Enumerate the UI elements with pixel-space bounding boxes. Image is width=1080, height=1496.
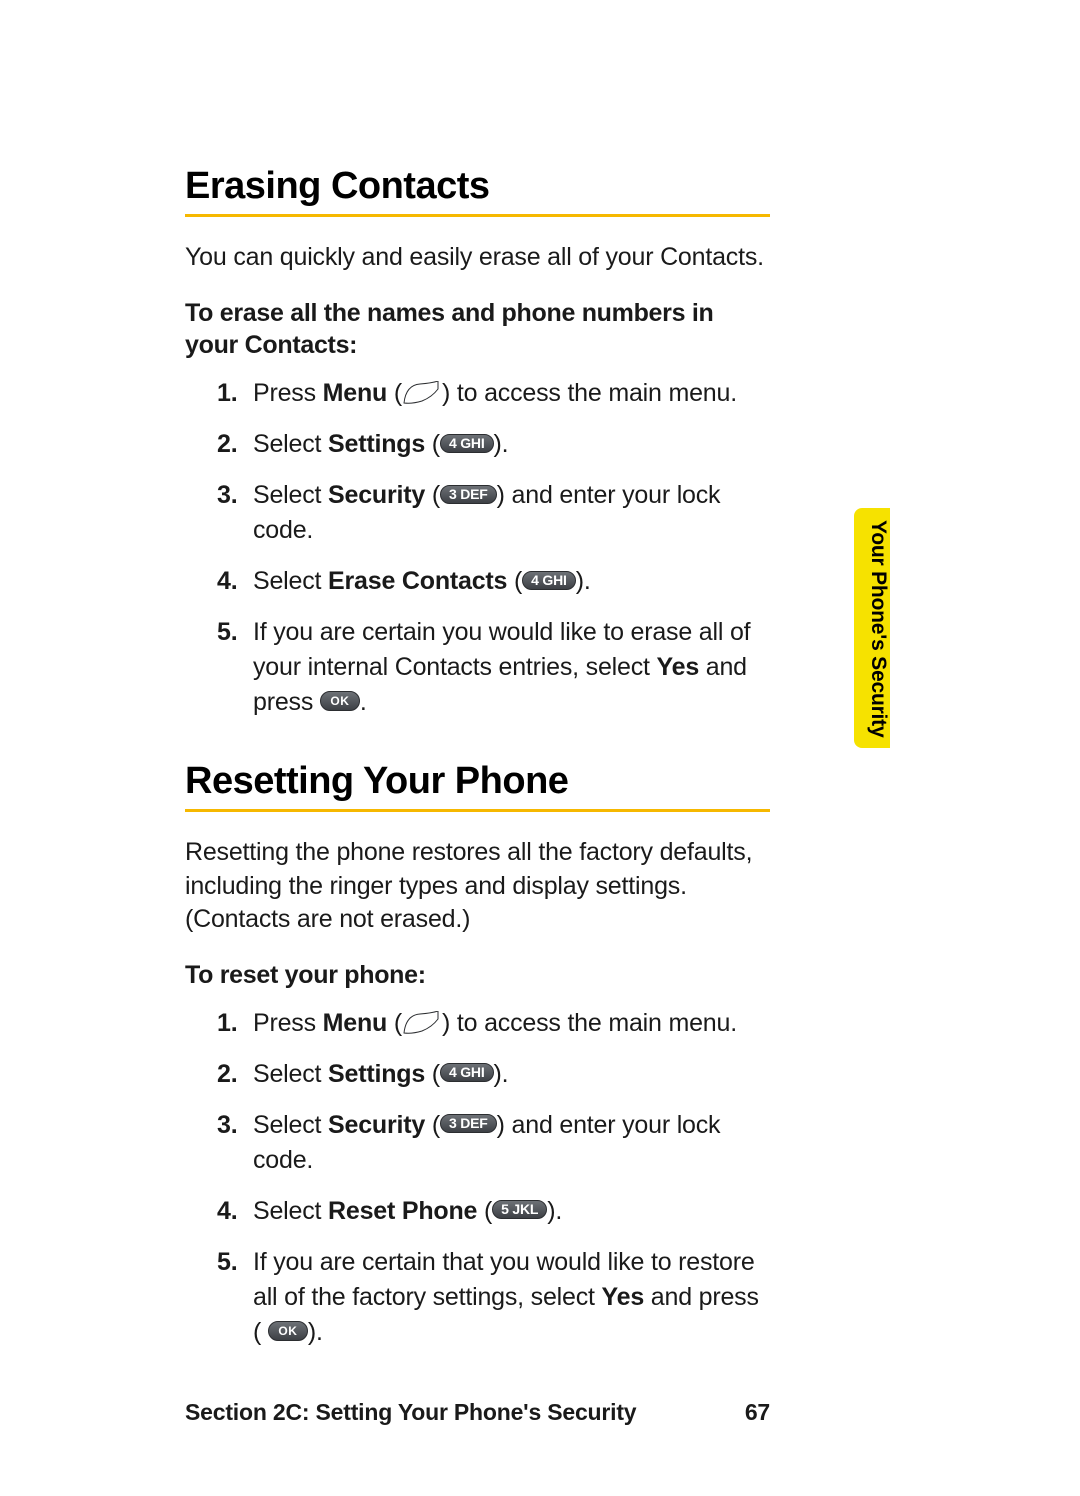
step-5: 5. If you are certain you would like to …	[217, 615, 770, 720]
step-4: 4. Select Reset Phone (5 JKL).	[217, 1194, 770, 1229]
step-number: 3.	[217, 478, 237, 513]
step-number: 1.	[217, 376, 237, 411]
step-number: 5.	[217, 615, 237, 650]
steps-reset: 1. Press Menu () to access the main menu…	[185, 1006, 770, 1350]
key-4-icon: 4 GHI	[522, 571, 576, 590]
step-2: 2. Select Settings (4 GHI).	[217, 427, 770, 462]
steps-erase: 1. Press Menu () to access the main menu…	[185, 376, 770, 720]
step-number: 2.	[217, 1057, 237, 1092]
step-number: 4.	[217, 1194, 237, 1229]
key-5-icon: 5 JKL	[492, 1200, 547, 1219]
step-1: 1. Press Menu () to access the main menu…	[217, 1006, 770, 1041]
menu-key-icon	[402, 380, 442, 404]
step-3: 3. Select Security (3 DEF) and enter you…	[217, 1108, 770, 1178]
intro-text: You can quickly and easily erase all of …	[185, 241, 770, 275]
step-number: 5.	[217, 1245, 237, 1280]
step-1: 1. Press Menu () to access the main menu…	[217, 376, 770, 411]
step-number: 2.	[217, 427, 237, 462]
key-3-icon: 3 DEF	[440, 1114, 497, 1133]
heading-erasing-contacts: Erasing Contacts	[185, 165, 770, 208]
key-4-icon: 4 GHI	[440, 1063, 494, 1082]
subhead-reset: To reset your phone:	[185, 959, 770, 992]
key-3-icon: 3 DEF	[440, 485, 497, 504]
page-footer: Section 2C: Setting Your Phone's Securit…	[185, 1399, 770, 1426]
subhead-erase: To erase all the names and phone numbers…	[185, 297, 770, 362]
step-5: 5. If you are certain that you would lik…	[217, 1245, 770, 1350]
step-number: 4.	[217, 564, 237, 599]
step-2: 2. Select Settings (4 GHI).	[217, 1057, 770, 1092]
key-ok-icon: OK	[320, 691, 360, 711]
menu-key-icon	[402, 1010, 442, 1034]
step-3: 3. Select Security (3 DEF) and enter you…	[217, 478, 770, 548]
step-number: 1.	[217, 1006, 237, 1041]
heading-underline	[185, 809, 770, 812]
step-number: 3.	[217, 1108, 237, 1143]
step-4: 4. Select Erase Contacts (4 GHI).	[217, 564, 770, 599]
heading-underline	[185, 214, 770, 217]
footer-page-number: 67	[745, 1399, 770, 1426]
key-4-icon: 4 GHI	[440, 434, 494, 453]
intro-text-2: Resetting the phone restores all the fac…	[185, 836, 770, 937]
key-ok-icon: OK	[268, 1321, 308, 1341]
heading-resetting-phone: Resetting Your Phone	[185, 760, 770, 803]
footer-section-title: Section 2C: Setting Your Phone's Securit…	[185, 1399, 636, 1426]
